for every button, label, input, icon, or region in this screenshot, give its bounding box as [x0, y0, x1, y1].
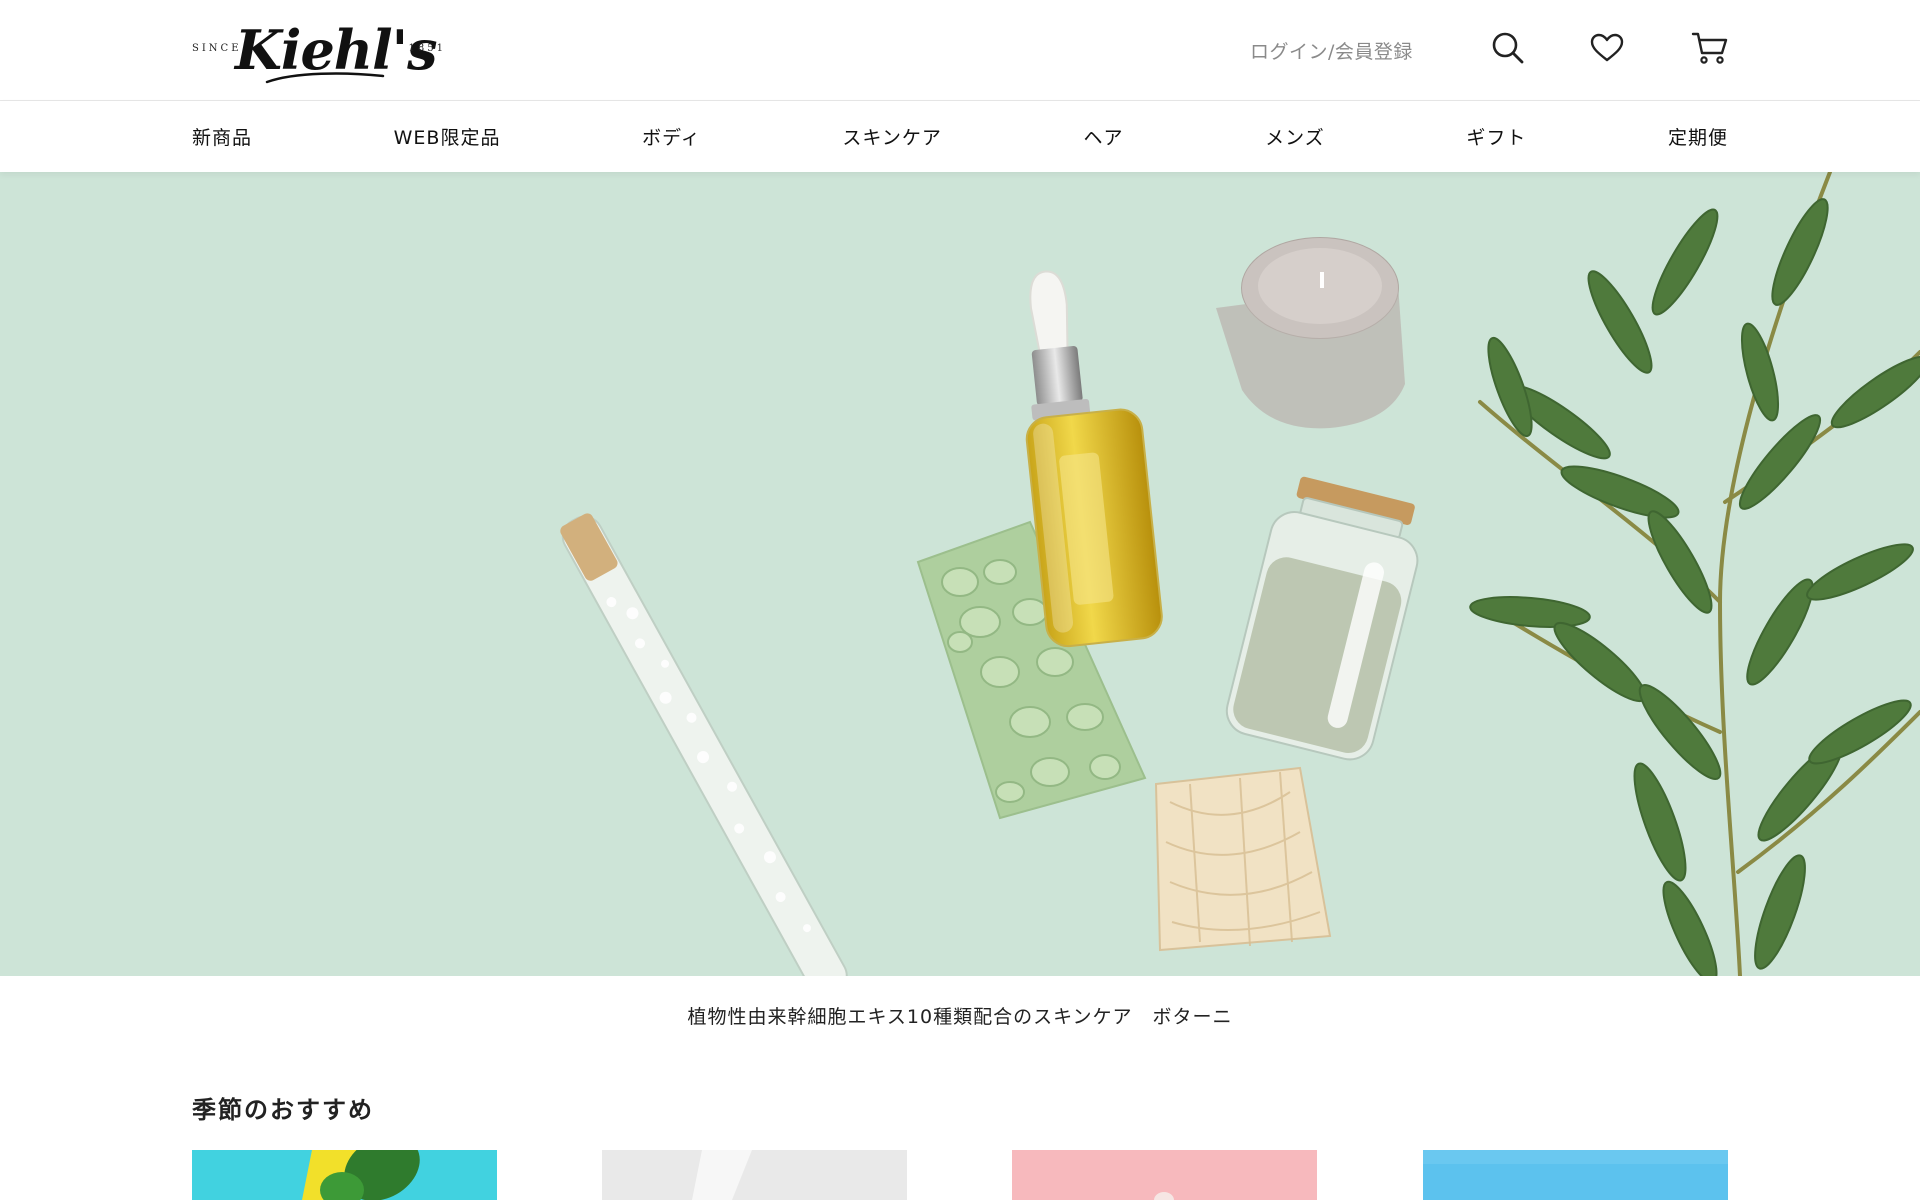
- nav-item-new[interactable]: 新商品: [192, 123, 252, 150]
- card-image: [1012, 1150, 1317, 1200]
- nav-item-body[interactable]: ボディ: [642, 123, 701, 150]
- site-header: SINCE Kiehl's 1851 ログイン/会員登録: [0, 0, 1920, 101]
- card-image: [192, 1150, 497, 1200]
- hero-banner[interactable]: [0, 172, 1920, 976]
- recommend-card[interactable]: [192, 1150, 497, 1200]
- hero-caption[interactable]: 植物性由来幹細胞エキス10種類配合のスキンケア ボターニ: [0, 1002, 1920, 1029]
- card-image: [1423, 1150, 1728, 1200]
- recommend-card[interactable]: [1423, 1150, 1728, 1200]
- cart-icon[interactable]: [1690, 28, 1730, 68]
- recommend-card[interactable]: [1012, 1150, 1317, 1200]
- recommendation-cards: [192, 1150, 1728, 1200]
- bath-salt-tube: [560, 513, 848, 976]
- kiehls-logo[interactable]: SINCE Kiehl's 1851: [190, 14, 446, 86]
- recommend-card[interactable]: [602, 1150, 907, 1200]
- nav-item-subscription[interactable]: 定期便: [1668, 123, 1728, 150]
- nav-item-gift[interactable]: ギフト: [1466, 123, 1526, 150]
- login-register-link[interactable]: ログイン/会員登録: [1250, 37, 1413, 64]
- loofah-sponge: [1154, 766, 1332, 952]
- search-icon[interactable]: [1488, 28, 1528, 68]
- logo-swash: [265, 72, 385, 84]
- grey-candle: [1216, 237, 1405, 429]
- logo-year-text: 1851: [408, 43, 446, 54]
- clay-powder-jar: [1225, 476, 1419, 761]
- section-title: 季節のおすすめ: [192, 1096, 374, 1124]
- hero-illustration: [560, 172, 1920, 976]
- card-image: [602, 1150, 907, 1200]
- nav-item-hair[interactable]: ヘア: [1083, 123, 1123, 150]
- main-navigation: 新商品 WEB限定品 ボディ スキンケア ヘア メンズ ギフト 定期便: [0, 101, 1920, 172]
- eucalyptus-branch: [1469, 172, 1920, 976]
- heart-icon[interactable]: [1587, 28, 1627, 68]
- nav-item-mens[interactable]: メンズ: [1265, 123, 1325, 150]
- nav-item-web-limited[interactable]: WEB限定品: [394, 123, 501, 150]
- nav-item-skincare[interactable]: スキンケア: [842, 123, 941, 150]
